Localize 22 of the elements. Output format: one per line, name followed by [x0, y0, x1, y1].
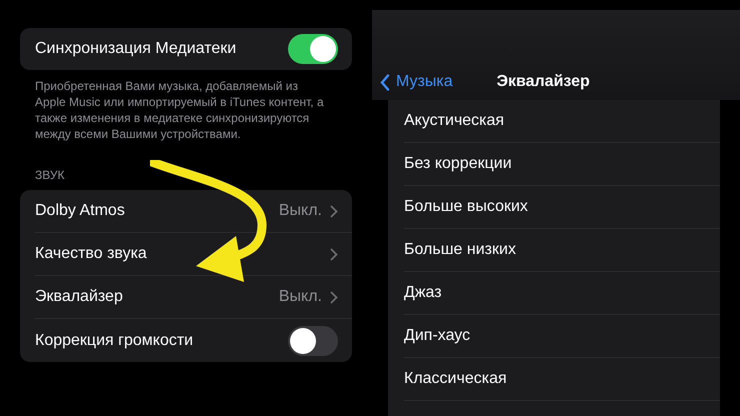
- section-header: ЗВУК: [34, 167, 66, 184]
- toggle-switch[interactable]: [288, 34, 338, 64]
- equalizer-option[interactable]: Больше высоких: [404, 186, 720, 229]
- setting-value: Выкл.: [278, 201, 322, 221]
- settings-row[interactable]: Dolby Atmos Выкл.: [35, 190, 352, 233]
- setting-label: Синхронизация Медиатеки: [35, 39, 236, 59]
- equalizer-option[interactable]: Дип-хаус: [404, 315, 720, 358]
- equalizer-option[interactable]: Акустическая: [404, 100, 720, 143]
- chevron-right-icon: [330, 248, 338, 260]
- setting-value: Выкл.: [278, 287, 322, 307]
- toggle-switch[interactable]: [288, 326, 338, 356]
- sync-description: Приобретенная Вами музыка, добавляемый из Apple Music или импортируемый в iTunes контент, а также изменения в медиатеке синхронизируются между всеми Вашими устройствами.: [34, 78, 325, 142]
- chevron-right-icon: [330, 290, 338, 304]
- back-button[interactable]: Музыка: [380, 70, 453, 94]
- equalizer-option[interactable]: Классическая: [404, 358, 720, 401]
- chevron-left-icon: [380, 74, 390, 90]
- equalizer-option[interactable]: Джаз: [404, 272, 720, 315]
- settings-row[interactable]: Коррекция громкости: [35, 319, 352, 362]
- equalizer-option[interactable]: Больше низких: [404, 229, 720, 272]
- screen-title: Эквалайзер: [496, 72, 590, 92]
- equalizer-option[interactable]: Без коррекции: [404, 143, 720, 186]
- chevron-right-icon: [330, 204, 338, 218]
